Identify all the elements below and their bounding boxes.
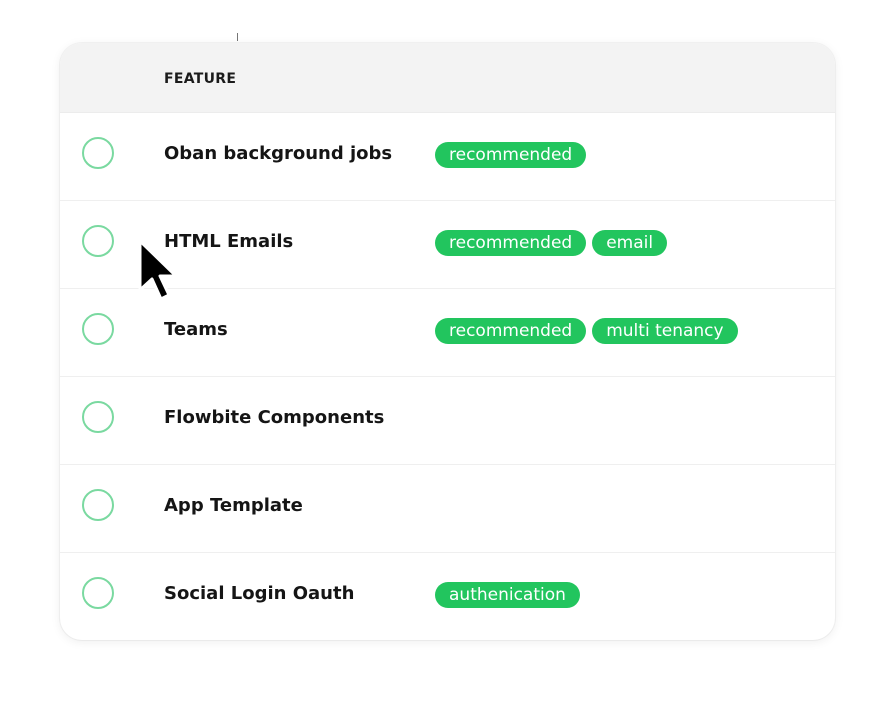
feature-column-header: FEATURE: [164, 71, 237, 87]
feature-name: App Template: [164, 495, 303, 516]
partial-text-fragment: |: [236, 32, 239, 41]
tag-list: recommended email: [435, 230, 668, 256]
select-checkbox[interactable]: [82, 225, 114, 257]
feature-table: FEATURE Oban background jobs recommended…: [60, 43, 835, 640]
feature-name: Social Login Oauth: [164, 583, 355, 604]
feature-name: Flowbite Components: [164, 407, 385, 428]
table-row[interactable]: Teams recommended multi tenancy: [60, 289, 835, 377]
select-checkbox[interactable]: [82, 401, 114, 433]
select-checkbox[interactable]: [82, 313, 114, 345]
select-checkbox[interactable]: [82, 489, 114, 521]
table-row[interactable]: App Template: [60, 465, 835, 553]
tag-badge: recommended: [435, 230, 587, 256]
tag-list: recommended multi tenancy: [435, 318, 738, 344]
tag-badge: recommended: [435, 318, 587, 344]
tag-list: recommended: [435, 142, 587, 168]
tag-badge: authenication: [435, 582, 580, 608]
table-row[interactable]: Oban background jobs recommended: [60, 113, 835, 201]
select-checkbox[interactable]: [82, 577, 114, 609]
feature-name: Teams: [164, 319, 228, 340]
feature-name: Oban background jobs: [164, 143, 393, 164]
feature-name: HTML Emails: [164, 231, 294, 252]
table-row[interactable]: Social Login Oauth authenication: [60, 553, 835, 640]
table-row[interactable]: HTML Emails recommended email: [60, 201, 835, 289]
tag-badge: recommended: [435, 142, 587, 168]
tag-list: authenication: [435, 582, 580, 608]
tag-badge: multi tenancy: [592, 318, 738, 344]
tag-badge: email: [592, 230, 668, 256]
table-header: FEATURE: [60, 43, 835, 113]
select-checkbox[interactable]: [82, 137, 114, 169]
table-row[interactable]: Flowbite Components: [60, 377, 835, 465]
